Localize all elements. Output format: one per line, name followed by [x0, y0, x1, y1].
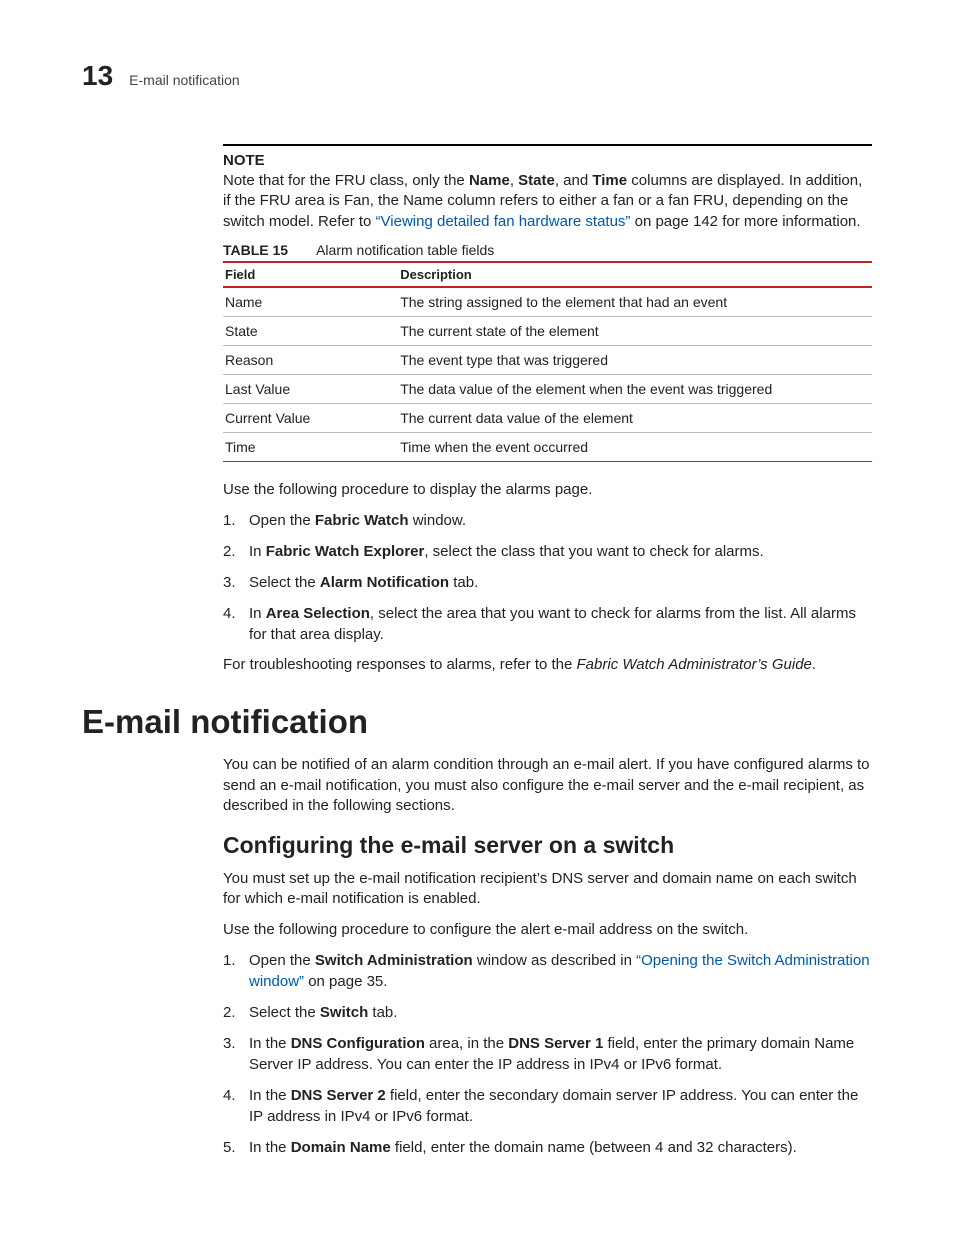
text: Open the	[249, 512, 315, 529]
page-header: 13 E-mail notification	[82, 60, 872, 92]
text: In the	[249, 1035, 291, 1052]
cell-field: State	[223, 316, 398, 345]
text-bold: DNS Configuration	[291, 1035, 425, 1052]
cell-field: Name	[223, 288, 398, 317]
chapter-title: E-mail notification	[129, 72, 240, 88]
table-row: Last ValueThe data value of the element …	[223, 374, 872, 403]
list-item: 2. Select the Switch tab.	[223, 1002, 872, 1023]
list-item: 1. Open the Switch Administration window…	[223, 950, 872, 992]
text-bold: Domain Name	[291, 1139, 391, 1156]
cell-desc: Time when the event occurred	[398, 432, 872, 461]
text: tab.	[368, 1004, 397, 1021]
email-p1: You must set up the e-mail notification …	[223, 869, 872, 910]
list-item: 1. Open the Fabric Watch window.	[223, 510, 872, 531]
heading-email-notification: E-mail notification	[82, 703, 872, 741]
list-number: 2.	[223, 1002, 249, 1023]
text-bold: Name	[469, 172, 510, 189]
text: ,	[510, 172, 518, 189]
cell-desc: The current state of the element	[398, 316, 872, 345]
text-bold: Fabric Watch	[315, 512, 409, 529]
text: .	[812, 656, 816, 673]
text: window as described in	[473, 952, 636, 969]
rule-note-top	[223, 144, 872, 146]
troubleshoot-text: For troubleshooting responses to alarms,…	[223, 655, 872, 675]
note-label: NOTE	[223, 152, 872, 169]
text: Select the	[249, 1004, 320, 1021]
rule-table-bottom	[223, 461, 872, 462]
text-bold: DNS Server 2	[291, 1087, 386, 1104]
text-italic: Fabric Watch Administrator’s Guide	[577, 656, 812, 673]
text: Open the	[249, 952, 315, 969]
list-item: 4. In the DNS Server 2 field, enter the …	[223, 1085, 872, 1127]
text: on page 35.	[304, 973, 387, 990]
table-alarm-fields: Field Description NameThe string assigne…	[223, 263, 872, 461]
table-row: TimeTime when the event occurred	[223, 432, 872, 461]
cell-desc: The current data value of the element	[398, 403, 872, 432]
text-bold: Alarm Notification	[320, 574, 449, 591]
text: on page 142 for more information.	[630, 213, 860, 230]
list-item: 3. Select the Alarm Notification tab.	[223, 572, 872, 593]
text: In the	[249, 1087, 291, 1104]
chapter-number: 13	[82, 60, 113, 92]
procedure-list-2: 1. Open the Switch Administration window…	[223, 950, 872, 1158]
email-intro: You can be notified of an alarm conditio…	[223, 755, 872, 816]
list-number: 4.	[223, 603, 249, 624]
text-bold: Switch Administration	[315, 952, 473, 969]
text: In	[249, 605, 266, 622]
list-number: 3.	[223, 1033, 249, 1054]
list-number: 5.	[223, 1137, 249, 1158]
list-item: 2. In Fabric Watch Explorer, select the …	[223, 541, 872, 562]
list-number: 3.	[223, 572, 249, 593]
list-item: 4. In Area Selection, select the area th…	[223, 603, 872, 645]
text: field, enter the domain name (between 4 …	[391, 1139, 797, 1156]
list-item: 3. In the DNS Configuration area, in the…	[223, 1033, 872, 1075]
cell-desc: The event type that was triggered	[398, 345, 872, 374]
table-row: StateThe current state of the element	[223, 316, 872, 345]
list-number: 1.	[223, 950, 249, 971]
cell-field: Current Value	[223, 403, 398, 432]
cell-field: Last Value	[223, 374, 398, 403]
text-bold: DNS Server 1	[508, 1035, 603, 1052]
table-caption-text: Alarm notification table fields	[316, 242, 494, 258]
text: window.	[409, 512, 467, 529]
text: In the	[249, 1139, 291, 1156]
table-row: Current ValueThe current data value of t…	[223, 403, 872, 432]
text: Select the	[249, 574, 320, 591]
table-row: ReasonThe event type that was triggered	[223, 345, 872, 374]
cell-field: Time	[223, 432, 398, 461]
list-number: 1.	[223, 510, 249, 531]
text: , select the class that you want to chec…	[424, 543, 763, 560]
table-row: NameThe string assigned to the element t…	[223, 288, 872, 317]
text: , and	[555, 172, 593, 189]
heading-config-email-server: Configuring the e-mail server on a switc…	[223, 832, 872, 859]
table-caption-label: TABLE 15	[223, 242, 288, 258]
table-caption: TABLE 15 Alarm notification table fields	[223, 242, 872, 258]
list-number: 4.	[223, 1085, 249, 1106]
table-head-field: Field	[223, 263, 398, 286]
link-viewing-fan-status[interactable]: “Viewing detailed fan hardware status”	[376, 213, 631, 230]
text-bold: Switch	[320, 1004, 368, 1021]
text: In	[249, 543, 266, 560]
procedure-intro: Use the following procedure to display t…	[223, 480, 872, 500]
cell-field: Reason	[223, 345, 398, 374]
cell-desc: The data value of the element when the e…	[398, 374, 872, 403]
text: Note that for the FRU class, only the	[223, 172, 469, 189]
list-item: 5. In the Domain Name field, enter the d…	[223, 1137, 872, 1158]
text: area, in the	[425, 1035, 508, 1052]
text-bold: Area Selection	[266, 605, 370, 622]
table-head-desc: Description	[398, 263, 872, 286]
list-number: 2.	[223, 541, 249, 562]
cell-desc: The string assigned to the element that …	[398, 288, 872, 317]
text: tab.	[449, 574, 478, 591]
procedure-list-1: 1. Open the Fabric Watch window. 2. In F…	[223, 510, 872, 645]
note-text: Note that for the FRU class, only the Na…	[223, 171, 872, 232]
email-p2: Use the following procedure to configure…	[223, 920, 872, 940]
text-bold: Time	[592, 172, 627, 189]
text: For troubleshooting responses to alarms,…	[223, 656, 577, 673]
text-bold: State	[518, 172, 555, 189]
text-bold: Fabric Watch Explorer	[266, 543, 425, 560]
